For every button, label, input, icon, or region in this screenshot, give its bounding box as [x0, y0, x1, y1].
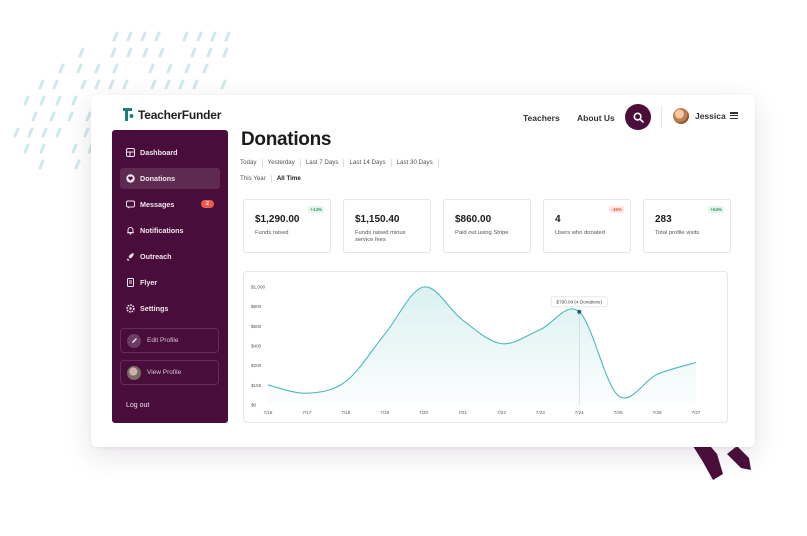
stats-row: +14% $1,290.00 Funds raised $1,150.40 Fu… — [243, 199, 731, 253]
chart-area-fill — [268, 286, 696, 405]
y-tick-label: $600 — [251, 324, 262, 329]
search-button[interactable] — [625, 104, 651, 130]
x-tick-label: 7/19 — [380, 410, 389, 415]
logo-mark-icon — [123, 108, 134, 121]
header-divider — [661, 106, 662, 128]
sidebar-item-label: Outreach — [140, 252, 172, 261]
y-tick-label: $800 — [251, 304, 262, 309]
sidebar-item-donations[interactable]: Donations — [120, 168, 220, 189]
sidebar-item-notifications[interactable]: Notifications — [120, 220, 220, 241]
edit-profile-label: Edit Profile — [147, 337, 179, 344]
stat-value: 4 — [555, 214, 561, 225]
y-tick-label: $150 — [251, 383, 262, 388]
filter-last-30-days[interactable]: Last 30 Days — [392, 159, 439, 167]
sidebar-item-label: Dashboard — [140, 148, 178, 157]
view-profile-label: View Profile — [147, 369, 182, 376]
user-menu[interactable]: Jessica — [673, 108, 726, 124]
stat-label: Funds raised minus service fees — [355, 230, 406, 243]
date-filter-row-1: Today Yesterday Last 7 Days Last 14 Days… — [240, 159, 439, 167]
stat-card-donors: -45% 4 Users who donated — [543, 199, 631, 253]
dashboard-icon — [126, 148, 135, 157]
x-tick-label: 7/23 — [536, 410, 545, 415]
avatar — [673, 108, 689, 124]
search-icon — [632, 111, 644, 123]
edit-profile-button[interactable]: Edit Profile — [120, 328, 219, 353]
stat-label: Users who donated — [555, 230, 605, 236]
stat-label: Total profile visits — [655, 230, 700, 236]
user-name: Jessica — [695, 111, 726, 121]
sidebar-item-messages[interactable]: Messages 2 — [120, 194, 220, 215]
stat-card-profile-visits: +64% 283 Total profile visits — [643, 199, 731, 253]
pencil-icon — [127, 333, 141, 348]
filter-yesterday[interactable]: Yesterday — [263, 159, 301, 167]
nav-about-link[interactable]: About Us — [577, 113, 615, 123]
sidebar-item-label: Donations — [140, 174, 176, 183]
rocket-icon — [126, 253, 134, 261]
sidebar-item-label: Settings — [140, 304, 169, 313]
stat-label: Funds raised — [255, 230, 289, 236]
brand-logo[interactable]: TeacherFunder — [121, 107, 221, 122]
heart-icon — [126, 174, 135, 183]
change-badge: -45% — [609, 206, 624, 213]
filter-last-14-days[interactable]: Last 14 Days — [344, 159, 392, 167]
y-tick-label: $1,000 — [251, 285, 265, 290]
highlighted-data-point[interactable] — [577, 309, 582, 314]
stat-card-paid-out: $860.00 Paid out using Stripe — [443, 199, 531, 253]
stat-card-funds-net: $1,150.40 Funds raised minus service fee… — [343, 199, 431, 253]
app-window: TeacherFunder Teachers About Us Jessica … — [91, 95, 755, 447]
sidebar-item-label: Notifications — [140, 226, 184, 235]
y-tick-label: $400 — [251, 344, 262, 349]
sidebar-item-label: Flyer — [140, 278, 158, 287]
donations-chart: $0 $150 $200 $400 $600 $800 $1,000 7/16 7/17 7/1… — [243, 271, 728, 423]
tooltip-text: $790.00 (4 Donations) — [557, 299, 603, 304]
sidebar: Dashboard Donations Messages 2 Notificat… — [112, 130, 228, 423]
view-profile-button[interactable]: View Profile — [120, 360, 219, 385]
x-tick-label: 7/16 — [264, 410, 273, 415]
sidebar-item-outreach[interactable]: Outreach — [120, 246, 220, 267]
stat-value: $860.00 — [455, 214, 492, 225]
page-title: Donations — [241, 129, 332, 150]
sidebar-item-settings[interactable]: Settings — [120, 298, 220, 319]
stat-value: 283 — [655, 214, 672, 225]
filter-all-time[interactable]: All Time — [272, 175, 306, 183]
filter-today[interactable]: Today — [240, 159, 263, 167]
x-tick-label: 7/27 — [692, 410, 701, 415]
x-tick-label: 7/17 — [302, 410, 311, 415]
x-tick-label: 7/25 — [614, 410, 623, 415]
sidebar-item-dashboard[interactable]: Dashboard — [120, 142, 220, 163]
x-tick-label: 7/21 — [458, 410, 467, 415]
y-tick-label: $0 — [251, 403, 257, 408]
stat-card-funds-raised: +14% $1,290.00 Funds raised — [243, 199, 331, 253]
x-tick-label: 7/22 — [497, 410, 506, 415]
brand-name: TeacherFunder — [138, 107, 222, 122]
stat-value: $1,150.40 — [355, 214, 400, 225]
date-filter-row-2: This Year All Time — [240, 175, 306, 183]
flyer-icon — [127, 278, 134, 287]
sidebar-item-label: Messages — [140, 200, 175, 209]
bell-icon — [127, 227, 134, 235]
x-tick-label: 7/18 — [341, 410, 350, 415]
x-tick-label: 7/20 — [419, 410, 428, 415]
hamburger-menu-icon[interactable] — [730, 112, 738, 119]
change-badge: +64% — [708, 206, 724, 213]
donations-chart-svg: $0 $150 $200 $400 $600 $800 $1,000 7/16 7/17 7/1… — [251, 285, 701, 416]
stat-label: Paid out using Stripe — [455, 230, 509, 236]
filter-last-7-days[interactable]: Last 7 Days — [301, 159, 345, 167]
messages-count-badge: 2 — [201, 200, 214, 208]
profile-photo-icon — [127, 365, 141, 380]
filter-this-year[interactable]: This Year — [240, 175, 272, 183]
chart-tooltip: $790.00 (4 Donations) — [550, 296, 608, 308]
x-tick-label: 7/26 — [653, 410, 662, 415]
x-tick-label: 7/24 — [575, 410, 584, 415]
nav-teachers-link[interactable]: Teachers — [523, 113, 560, 123]
message-icon — [126, 200, 135, 209]
sidebar-item-flyer[interactable]: Flyer — [120, 272, 220, 293]
stat-value: $1,290.00 — [255, 214, 300, 225]
y-tick-label: $200 — [251, 363, 262, 368]
change-badge: +14% — [308, 206, 324, 213]
gear-icon — [126, 304, 135, 313]
logout-link[interactable]: Log out — [126, 402, 149, 409]
